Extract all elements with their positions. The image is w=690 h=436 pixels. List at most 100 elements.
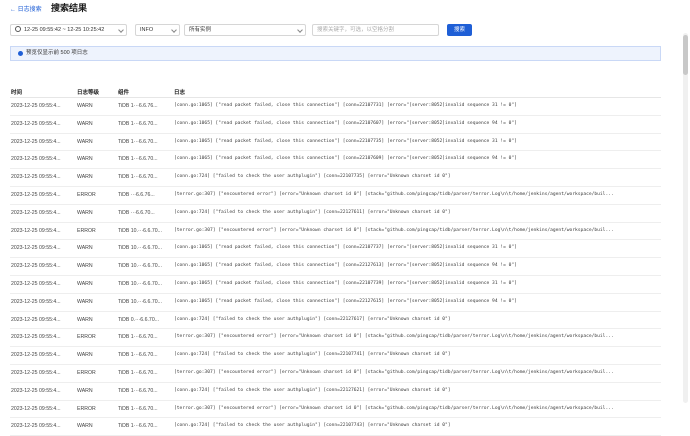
row-level: ERROR — [77, 191, 96, 198]
keyword-placeholder: 搜索关键字，可选，以空格分割 — [317, 27, 395, 33]
row-component: TiDB 1···6.6.76... — [118, 103, 158, 109]
row-log: [terror.go:307] ["encountered error"] [e… — [174, 227, 614, 233]
table-row[interactable]: 2023-12-25 09:55:4... WARN TiDB 1···6.6.76… — [10, 98, 661, 116]
keyword-search-input[interactable]: 搜索关键字，可选，以空格分割 — [312, 24, 439, 36]
row-component: TiDB ···6.6.76... — [118, 191, 155, 198]
info-icon — [18, 51, 23, 56]
row-component: TiDB 1···6.6.70... — [118, 369, 158, 376]
row-time: 2023-12-25 09:55:4... — [11, 316, 61, 323]
row-level: WARN — [77, 156, 93, 163]
table-row[interactable]: 2023-12-25 09:55:4... WARN TiDB ···6.6.70.… — [10, 205, 661, 223]
chevron-down-icon — [118, 27, 124, 33]
row-level: WARN — [77, 120, 93, 127]
row-log: [conn.go:1065] ["read packet failed, clo… — [174, 138, 517, 144]
table-row[interactable]: 2023-12-25 09:55:4... ERROR TiDB 1···6.6.7… — [10, 329, 661, 348]
top-bar: ← 日志搜索 搜索结果 — [0, 0, 690, 18]
row-component: TiDB 10.···6.6.70... — [118, 263, 162, 270]
table-row[interactable]: 2023-12-25 09:55:4... WARN TiDB 1···6.6.70… — [10, 116, 661, 134]
row-level: WARN — [77, 423, 93, 430]
table-row[interactable]: 2023-12-25 09:55:4... WARN TiDB 10.···6.6.… — [10, 276, 661, 294]
row-log: [conn.go:1065] ["read packet failed, clo… — [174, 103, 517, 108]
row-log: [conn.go:724] ["failed to check the user… — [174, 352, 451, 358]
row-time: 2023-12-25 09:55:4... — [11, 423, 61, 430]
log-level-select[interactable]: INFO — [135, 24, 180, 36]
chevron-down-icon — [297, 27, 303, 33]
row-time: 2023-12-25 09:55:4... — [11, 227, 61, 234]
instance-select[interactable]: 所有实例 — [184, 24, 306, 36]
row-component: TiDB 10.···6.6.70... — [118, 280, 162, 287]
table-row[interactable]: 2023-12-25 09:55:4... WARN TiDB 0.···6.6.7… — [10, 312, 661, 330]
search-button[interactable]: 搜索 — [447, 24, 472, 36]
table-row[interactable]: 2023-12-25 09:55:4... WARN TiDB 1···6.6.70… — [10, 383, 661, 401]
row-time: 2023-12-25 09:55:4... — [11, 280, 61, 287]
table-row[interactable]: 2023-12-25 09:55:4... WARN TiDB 10.···6.6.… — [10, 240, 661, 259]
log-level-value: INFO — [140, 27, 154, 33]
notice-text: 预览仅显示前 500 项日志 — [26, 50, 88, 56]
row-time: 2023-12-25 09:55:4... — [11, 334, 61, 341]
table-row[interactable]: 2023-12-25 09:55:4... WARN TiDB 10.···6.6.… — [10, 258, 661, 276]
column-header-level[interactable]: 日志等级 — [77, 88, 99, 96]
row-time: 2023-12-25 09:55:4... — [11, 405, 61, 412]
table-row[interactable]: 2023-12-25 09:55:4... WARN TiDB 1···6.6.70… — [10, 134, 661, 152]
row-component: TiDB 1···6.6.70... — [118, 334, 158, 341]
row-log: [conn.go:1065] ["read packet failed, clo… — [174, 120, 517, 126]
row-level: WARN — [77, 263, 93, 270]
table-row[interactable]: 2023-12-25 09:55:4... ERROR TiDB 1···6.6.7… — [10, 401, 661, 419]
row-level: WARN — [77, 316, 93, 323]
row-level: WARN — [77, 209, 93, 216]
log-table-body: 2023-12-25 09:55:4... WARN TiDB 1···6.6.76… — [10, 98, 661, 436]
row-time: 2023-12-25 09:55:4... — [11, 174, 61, 181]
row-level: WARN — [77, 298, 93, 305]
row-log: [conn.go:1065] ["read packet failed, clo… — [174, 245, 517, 251]
row-time: 2023-12-25 09:55:4... — [11, 138, 61, 145]
row-time: 2023-12-25 09:55:4... — [11, 245, 61, 252]
row-log: [terror.go:307] ["encountered error"] [e… — [174, 334, 614, 340]
row-log: [terror.go:307] ["encountered error"] [e… — [174, 369, 614, 375]
row-time: 2023-12-25 09:55:4... — [11, 369, 61, 376]
row-level: ERROR — [77, 405, 96, 412]
table-row[interactable]: 2023-12-25 09:55:4... WARN TiDB 1···6.6.70… — [10, 151, 661, 170]
row-level: WARN — [77, 103, 93, 109]
row-level: ERROR — [77, 369, 96, 376]
time-range-value: 12-25 09:55:42 ~ 12-25 10:25:42 — [24, 27, 105, 33]
row-component: TiDB 1···6.6.70... — [118, 138, 158, 145]
table-row[interactable]: 2023-12-25 09:55:4... WARN TiDB 10.···6.6.… — [10, 294, 661, 312]
page-title: 搜索结果 — [51, 3, 88, 13]
row-time: 2023-12-25 09:55:4... — [11, 387, 61, 394]
table-row[interactable]: 2023-12-25 09:55:4... ERROR TiDB 10.···6.6… — [10, 223, 661, 241]
column-header-log[interactable]: 日志 — [174, 88, 185, 96]
row-component: TiDB 1···6.6.70... — [118, 120, 158, 127]
instance-value: 所有实例 — [189, 27, 212, 33]
row-level: WARN — [77, 245, 93, 252]
table-row[interactable]: 2023-12-25 09:55:4... WARN TiDB 1···6.6.70… — [10, 169, 661, 187]
row-log: [terror.go:307] ["encountered error"] [e… — [174, 405, 614, 411]
row-time: 2023-12-25 09:55:4... — [11, 120, 61, 127]
row-component: TiDB 1···6.6.70... — [118, 387, 158, 394]
row-component: TiDB 10.···6.6.70... — [118, 227, 162, 234]
row-time: 2023-12-25 09:55:4... — [11, 352, 61, 359]
row-time: 2023-12-25 09:55:4... — [11, 156, 61, 163]
row-time: 2023-12-25 09:55:4... — [11, 191, 61, 198]
table-row[interactable]: 2023-12-25 09:55:4... WARN TiDB 1···6.6.70… — [10, 347, 661, 365]
row-log: [conn.go:1065] ["read packet failed, clo… — [174, 280, 517, 286]
row-log: [conn.go:1065] ["read packet failed, clo… — [174, 156, 517, 162]
row-time: 2023-12-25 09:55:4... — [11, 209, 61, 216]
clock-icon — [15, 26, 21, 32]
row-time: 2023-12-25 09:55:4... — [11, 263, 61, 270]
row-level: WARN — [77, 138, 93, 145]
row-level: WARN — [77, 280, 93, 287]
row-log: [terror.go:307] ["encountered error"] [e… — [174, 191, 614, 197]
row-log: [conn.go:724] ["failed to check the user… — [174, 209, 451, 215]
table-row[interactable]: 2023-12-25 09:55:4... WARN TiDB 1···6.6.70… — [10, 418, 661, 436]
column-header-time[interactable]: 时间 — [11, 88, 22, 96]
table-row[interactable]: 2023-12-25 09:55:4... ERROR TiDB ···6.6.76… — [10, 187, 661, 205]
back-to-log-search-link[interactable]: ← 日志搜索 — [10, 4, 42, 13]
scrollbar-thumb[interactable] — [683, 35, 688, 75]
vertical-scrollbar[interactable] — [683, 33, 688, 403]
table-row[interactable]: 2023-12-25 09:55:4... ERROR TiDB 1···6.6.7… — [10, 365, 661, 383]
column-header-component[interactable]: 组件 — [118, 88, 129, 96]
row-log: [conn.go:724] ["failed to check the user… — [174, 174, 451, 180]
time-range-picker[interactable]: 12-25 09:55:42 ~ 12-25 10:25:42 — [10, 24, 127, 36]
row-component: TiDB 1···6.6.70... — [118, 156, 158, 163]
preview-notice: 预览仅显示前 500 项日志 — [10, 46, 661, 61]
